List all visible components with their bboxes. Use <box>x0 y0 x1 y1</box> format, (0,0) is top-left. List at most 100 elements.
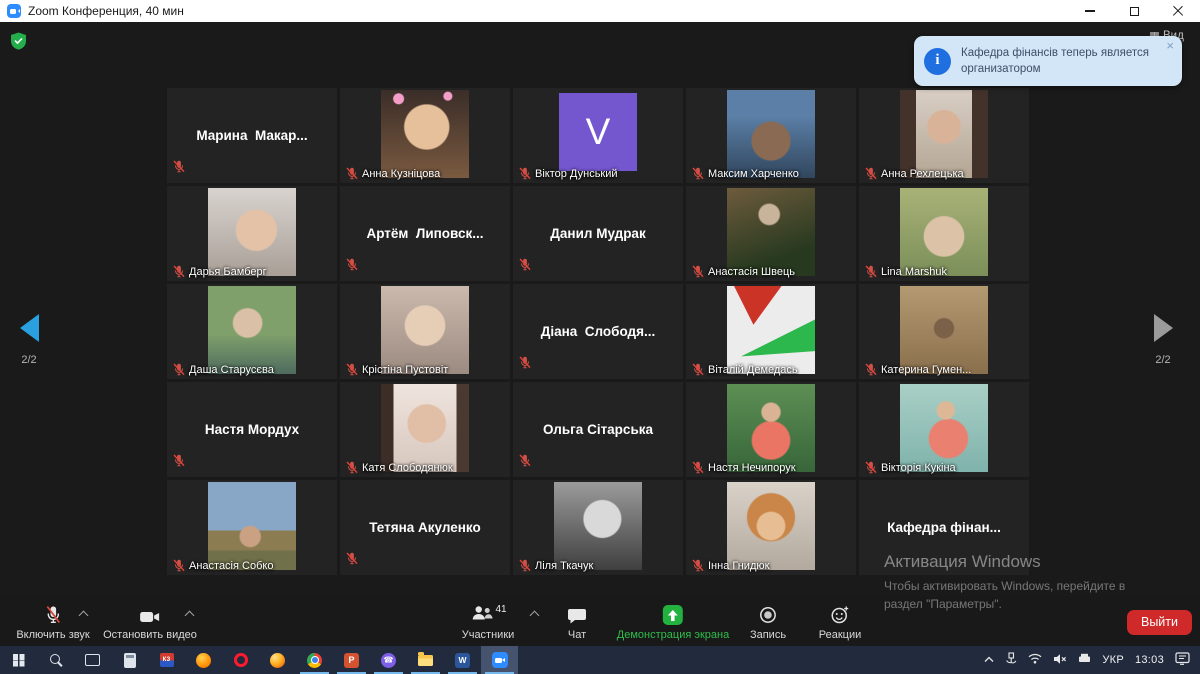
participants-options-chevron-icon[interactable] <box>530 611 540 621</box>
muted-mic-icon <box>519 454 531 467</box>
muted-mic-icon <box>173 160 185 173</box>
muted-mic-icon <box>692 167 704 180</box>
unmute-button[interactable]: Включить звук <box>16 605 89 641</box>
participant-tile[interactable]: Lina Marshuk <box>859 186 1029 281</box>
next-page-arrow-icon[interactable] <box>1154 314 1173 342</box>
taskbar-app-zoom[interactable] <box>481 646 518 674</box>
device-icon[interactable] <box>1078 653 1091 667</box>
participant-tile[interactable]: Тетяна Акуленко <box>340 480 510 575</box>
minimize-icon <box>1085 10 1095 11</box>
stop-video-button[interactable]: Остановить видео <box>103 609 197 641</box>
participant-name: Анастасія Швець <box>708 266 795 278</box>
taskbar-app-start[interactable] <box>0 646 37 674</box>
opera-icon <box>234 653 248 667</box>
participant-name: Віктор Дунський <box>535 168 618 180</box>
encryption-shield-icon[interactable] <box>10 32 27 55</box>
participant-tile[interactable]: Анна Рехлецька <box>859 88 1029 183</box>
muted-mic-icon <box>519 356 531 369</box>
taskbar-app-powerpoint[interactable] <box>333 646 370 674</box>
participants-button[interactable]: 41 Участники <box>462 604 515 641</box>
participant-tile[interactable]: Данил Мудрак <box>513 186 683 281</box>
taskbar-app-search[interactable] <box>37 646 74 674</box>
participant-tile[interactable]: Даша Старусєва <box>167 284 337 379</box>
participant-tile[interactable]: Вікторія Кукіна <box>859 382 1029 477</box>
participant-name: Анастасія Собко <box>189 560 273 572</box>
previous-page-control: 2/2 <box>12 314 46 366</box>
participant-name: Ольга Сітарська <box>513 382 683 477</box>
maximize-icon <box>1130 7 1139 16</box>
unmute-label: Включить звук <box>16 629 89 641</box>
reactions-button[interactable]: Реакции <box>819 605 862 641</box>
firefox-icon <box>270 653 285 668</box>
participant-name: Катерина Гумен... <box>881 364 971 376</box>
windows-taskbar: УКР 13:03 <box>0 646 1200 674</box>
system-tray: УКР 13:03 <box>984 646 1200 674</box>
usb-device-icon[interactable] <box>1005 652 1017 668</box>
notification-close-icon[interactable]: × <box>1166 38 1174 53</box>
participant-tile[interactable]: Настя Мордух <box>167 382 337 477</box>
page-indicator: 2/2 <box>12 354 46 366</box>
participant-tile[interactable]: Артём Липовск... <box>340 186 510 281</box>
share-screen-button[interactable]: Демонстрация экрана <box>617 605 729 641</box>
reactions-label: Реакции <box>819 629 862 641</box>
participant-tile[interactable]: Марина Макар... <box>167 88 337 183</box>
participant-tile[interactable]: Максим Харченко <box>686 88 856 183</box>
clock[interactable]: 13:03 <box>1135 654 1164 666</box>
taskbar-app-task-view[interactable] <box>74 646 111 674</box>
participant-tile[interactable]: Анастасія Швець <box>686 186 856 281</box>
participant-tile[interactable]: Діана Слободя... <box>513 284 683 379</box>
participant-name: Марина Макар... <box>167 88 337 183</box>
taskbar-app-kz-app[interactable] <box>148 646 185 674</box>
taskbar-app-firefox[interactable] <box>259 646 296 674</box>
taskbar-app-calculator[interactable] <box>111 646 148 674</box>
participant-photo <box>900 188 988 276</box>
hidden-icons-chevron[interactable] <box>984 654 994 666</box>
volume-muted-icon[interactable] <box>1053 653 1067 668</box>
participant-tile[interactable]: Ліля Ткачук <box>513 480 683 575</box>
participant-tile[interactable]: Катерина Гумен... <box>859 284 1029 379</box>
participant-tile[interactable]: Анна Кузніцова <box>340 88 510 183</box>
zoom-icon <box>492 652 508 668</box>
participant-name: Артём Липовск... <box>340 186 510 281</box>
participant-tile[interactable]: Анастасія Собко <box>167 480 337 575</box>
chat-button[interactable]: Чат <box>567 607 587 641</box>
taskbar-app-avast[interactable] <box>185 646 222 674</box>
participant-tile[interactable]: Ольга Сітарська <box>513 382 683 477</box>
taskbar-app-chrome[interactable] <box>296 646 333 674</box>
muted-mic-icon <box>173 559 185 572</box>
record-button[interactable]: Запись <box>750 605 786 641</box>
leave-meeting-button[interactable]: Выйти <box>1127 610 1192 635</box>
participant-tile[interactable]: Катя Слободянюк <box>340 382 510 477</box>
previous-page-arrow-icon[interactable] <box>20 314 39 342</box>
muted-mic-icon <box>692 559 704 572</box>
next-page-control: 2/2 <box>1146 314 1180 366</box>
wifi-icon[interactable] <box>1028 653 1042 667</box>
maximize-button[interactable] <box>1112 0 1156 22</box>
participant-tile[interactable]: Кафедра фінан... <box>859 480 1029 575</box>
participant-name: Ліля Ткачук <box>535 560 593 572</box>
muted-mic-icon <box>865 167 877 180</box>
participant-tile[interactable]: Дарья Бамберг <box>167 186 337 281</box>
minimize-button[interactable] <box>1068 0 1112 22</box>
action-center-icon[interactable] <box>1175 652 1190 668</box>
muted-mic-icon <box>865 363 877 376</box>
language-indicator[interactable]: УКР <box>1102 654 1124 666</box>
taskbar-app-opera[interactable] <box>222 646 259 674</box>
video-camera-icon <box>139 609 161 625</box>
participant-tile[interactable]: Інна Гнидюк <box>686 480 856 575</box>
chat-bubble-icon <box>567 607 587 625</box>
taskbar-app-viber[interactable] <box>370 646 407 674</box>
participant-tile[interactable]: Крістіна Пустовіт <box>340 284 510 379</box>
close-button[interactable] <box>1156 0 1200 22</box>
participant-photo <box>208 188 296 276</box>
muted-mic-icon <box>44 605 62 625</box>
muted-mic-icon <box>519 258 531 271</box>
taskbar-app-word[interactable] <box>444 646 481 674</box>
taskbar-app-file-explorer[interactable] <box>407 646 444 674</box>
muted-mic-icon <box>519 167 531 180</box>
participant-tile[interactable]: Віталій Демедась <box>686 284 856 379</box>
participant-tile[interactable]: Настя Нечипорук <box>686 382 856 477</box>
participant-photo <box>727 384 815 472</box>
participant-name: Вікторія Кукіна <box>881 462 956 474</box>
participant-tile[interactable]: VВіктор Дунський <box>513 88 683 183</box>
